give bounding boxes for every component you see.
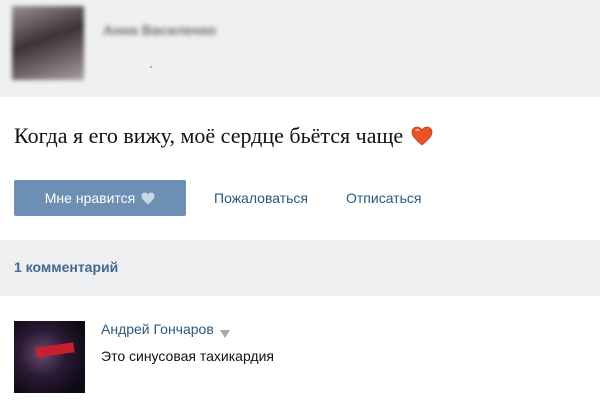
commenter-name-label: Андрей Гончаров — [101, 321, 214, 337]
avatar-tag — [35, 342, 75, 358]
like-button-label: Мне нравится — [44, 190, 136, 206]
author-name[interactable]: Анна Василенко — [103, 22, 216, 38]
chevron-down-icon[interactable] — [219, 325, 230, 338]
like-heart-icon — [141, 192, 155, 205]
commenter-avatar[interactable] — [14, 321, 85, 393]
post-text: Когда я его вижу, моё сердце бьётся чаще — [14, 123, 433, 149]
comment-text: Это синусовая тахикардия — [101, 348, 274, 364]
post-text-content: Когда я его вижу, моё сердце бьётся чаще — [14, 123, 404, 148]
report-link[interactable]: Пожаловаться — [214, 190, 308, 206]
author-avatar[interactable] — [12, 6, 84, 80]
comments-header: 1 комментарий — [0, 240, 600, 296]
unsubscribe-link[interactable]: Отписаться — [346, 190, 421, 206]
commenter-name[interactable]: Андрей Гончаров — [101, 321, 230, 338]
heart-icon — [411, 126, 433, 146]
post-header: Анна Василенко — [0, 0, 600, 97]
comments-count[interactable]: 1 комментарий — [14, 259, 118, 275]
header-dot — [150, 66, 152, 68]
like-button[interactable]: Мне нравится — [14, 180, 186, 216]
